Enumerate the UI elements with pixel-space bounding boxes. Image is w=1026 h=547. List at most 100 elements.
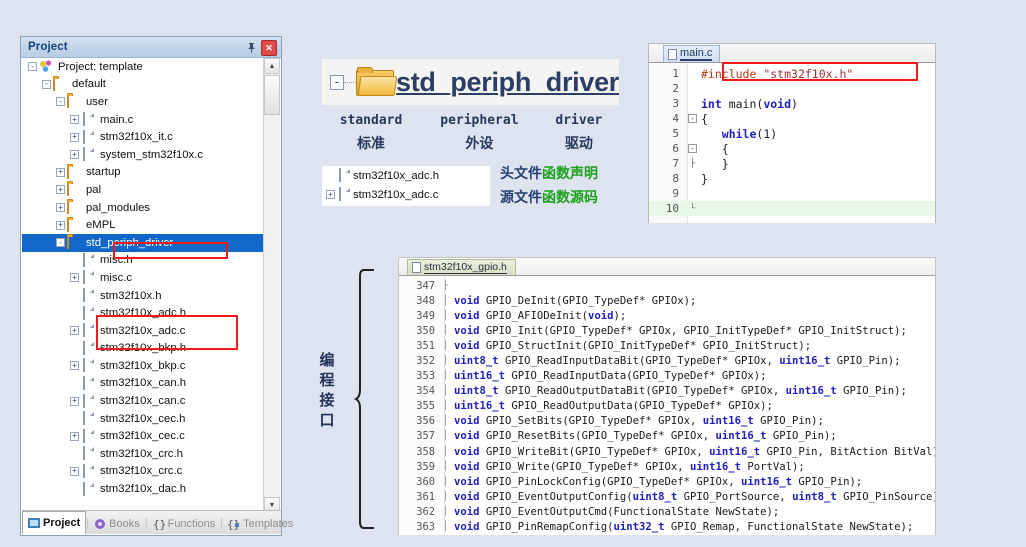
- expand-icon[interactable]: +: [56, 220, 65, 230]
- main-c-code-area[interactable]: 1 #include "stm32f10x.h" 2 3 int main(void) 4…: [649, 63, 935, 223]
- expand-icon[interactable]: +: [70, 115, 79, 125]
- code-line: 350 │ void GPIO_Init(GPIO_TypeDef* GPIOx, …: [399, 323, 935, 338]
- tree-item-stm32f10x-bkp-c[interactable]: + stm32f10x_bkp.c: [22, 357, 265, 375]
- file-icon: [81, 252, 96, 267]
- tree-item-startup[interactable]: + startup: [22, 164, 265, 182]
- tree-item-stm32f10x-h[interactable]: stm32f10x.h: [22, 287, 265, 305]
- tree-item-user[interactable]: - user: [22, 93, 265, 111]
- tree-item-std-periph-driver[interactable]: - std_periph_driver: [22, 233, 265, 252]
- scroll-up-arrow[interactable]: ▲: [264, 58, 280, 74]
- panel-tab-functions[interactable]: {} Functions: [148, 513, 221, 534]
- chinese-word-3: 驱动: [564, 136, 593, 152]
- pin-icon[interactable]: [244, 40, 258, 54]
- close-icon[interactable]: ✕: [261, 40, 277, 56]
- code-line: 10 └: [649, 201, 935, 216]
- fold-guide: │: [442, 446, 449, 457]
- expand-icon[interactable]: +: [70, 150, 79, 160]
- note-1-blue: 头文件: [500, 166, 542, 182]
- tree-item-stm32f10x-cec-h[interactable]: stm32f10x_cec.h: [22, 410, 265, 428]
- expand-icon[interactable]: +: [70, 431, 79, 441]
- code-text: uint16_t GPIO_ReadOutputData(GPIO_TypeDe…: [454, 400, 773, 413]
- expand-icon[interactable]: +: [56, 185, 65, 195]
- tree-item-label: eMPL: [86, 219, 116, 232]
- panel-tab-books[interactable]: Books: [89, 513, 145, 534]
- tree-item-stm32f10x-can-c[interactable]: + stm32f10x_can.c: [22, 392, 265, 410]
- collapse-icon[interactable]: -: [56, 97, 65, 107]
- tree-item-main-c[interactable]: + main.c: [22, 111, 265, 129]
- tree-item-pal[interactable]: + pal: [22, 181, 265, 199]
- file-icon: [81, 375, 96, 390]
- line-number: 349: [416, 309, 435, 322]
- bracket-label-char: 程: [319, 371, 335, 389]
- panel-tab-templates[interactable]: {} Templates: [223, 513, 298, 534]
- expand-icon[interactable]: +: [70, 326, 79, 336]
- english-word-3: driver: [555, 113, 603, 128]
- tab-main-c[interactable]: main.c: [663, 45, 721, 62]
- project-tree[interactable]: - Project: template - default - user + main.c + s…: [22, 58, 265, 513]
- tree-item-pal-modules[interactable]: + pal_modules: [22, 199, 265, 217]
- tree-item-stm32f10x-crc-c[interactable]: + stm32f10x_crc.c: [22, 463, 265, 481]
- code-line: 353 │ uint16_t GPIO_ReadInputData(GPIO_Typ…: [399, 369, 935, 384]
- expand-icon[interactable]: +: [70, 466, 79, 476]
- project-panel-tabs[interactable]: Project | Books |{} Functions |{} Templates: [22, 510, 293, 534]
- tree-item-system-stm32f10x-c[interactable]: + system_stm32f10x.c: [22, 146, 265, 164]
- folder-icon: [67, 182, 82, 197]
- tree-item-stm32f10x-crc-h[interactable]: stm32f10x_crc.h: [22, 445, 265, 463]
- english-word-2: peripheral: [440, 113, 519, 128]
- gpio-code-area[interactable]: 347 ├ 348 │ void GPIO_DeInit(GPIO_TypeDef* G…: [399, 276, 935, 535]
- collapse-icon[interactable]: -: [42, 79, 51, 89]
- line-number: 362: [416, 505, 435, 518]
- code-line: 3 int main(void): [649, 96, 935, 111]
- callout-file-stm32f10x-adc-h[interactable]: stm32f10x_adc.h: [322, 166, 490, 185]
- code-text: void GPIO_SetBits(GPIO_TypeDef* GPIOx, u…: [454, 415, 824, 428]
- callout-file-stm32f10x-adc-c[interactable]: + stm32f10x_adc.c: [322, 185, 490, 204]
- expand-icon[interactable]: +: [56, 203, 65, 213]
- collapse-icon[interactable]: -: [56, 238, 65, 248]
- line-number: 4: [672, 112, 679, 125]
- code-text: }: [701, 156, 729, 171]
- tree-item-stm32f10x-it-c[interactable]: + stm32f10x_it.c: [22, 128, 265, 146]
- code-text: void GPIO_EventOutputConfig(uint8_t GPIO…: [454, 490, 935, 503]
- expand-icon[interactable]: +: [56, 167, 65, 177]
- expand-icon[interactable]: +: [70, 396, 79, 406]
- folder-expander-icon[interactable]: -: [330, 74, 344, 90]
- file-icon: [81, 270, 96, 285]
- code-line: 9: [649, 186, 935, 201]
- expand-icon[interactable]: +: [70, 361, 79, 371]
- tree-item-stm32f10x-cec-c[interactable]: + stm32f10x_cec.c: [22, 427, 265, 445]
- fold-guide: │: [442, 356, 449, 367]
- panel-tab-project[interactable]: Project: [22, 511, 87, 534]
- code-line: 349 │ void GPIO_AFIODeInit(void);: [399, 308, 935, 323]
- tree-item-stm32f10x-adc-c[interactable]: + stm32f10x_adc.c: [22, 322, 265, 340]
- collapse-icon[interactable]: -: [28, 62, 37, 72]
- fold-guide: │: [442, 506, 449, 517]
- fold-collapse-icon[interactable]: -: [687, 143, 698, 154]
- code-text: void GPIO_Init(GPIO_TypeDef* GPIOx, GPIO…: [454, 324, 907, 337]
- fold-collapse-icon[interactable]: -: [687, 113, 698, 124]
- tree-item-stm32f10x-bkp-h[interactable]: stm32f10x_bkp.h: [22, 340, 265, 358]
- tree-item-stm32f10x-adc-h[interactable]: stm32f10x_adc.h: [22, 304, 265, 322]
- tree-item-default[interactable]: - default: [22, 76, 265, 94]
- tree-item-misc-c[interactable]: + misc.c: [22, 269, 265, 287]
- expand-icon[interactable]: +: [70, 132, 79, 142]
- file-icon: [81, 323, 96, 338]
- tree-item-stm32f10x-can-h[interactable]: stm32f10x_can.h: [22, 375, 265, 393]
- tree-item-empl[interactable]: + eMPL: [22, 216, 265, 234]
- code-line: 359 │ void GPIO_Write(GPIO_TypeDef* GPIOx,…: [399, 459, 935, 474]
- tree-item-stm32f10x-dac-h[interactable]: stm32f10x_dac.h: [22, 480, 265, 498]
- tree-item-label: stm32f10x_crc.h: [100, 447, 183, 460]
- code-line: 352 │ uint8_t GPIO_ReadInputDataBit(GPIO_T…: [399, 353, 935, 368]
- tree-item-project-template[interactable]: - Project: template: [22, 58, 265, 76]
- tab-stm32f10x-gpio-h[interactable]: stm32f10x_gpio.h: [407, 259, 516, 275]
- main-c-editor-panel: main.c 1 #include "stm32f10x.h" 2 3 int main…: [648, 43, 936, 223]
- file-icon: [668, 48, 677, 60]
- scrollbar-thumb[interactable]: [264, 75, 280, 115]
- expand-icon[interactable]: +: [326, 190, 335, 199]
- expand-icon[interactable]: +: [70, 273, 79, 283]
- tree-scrollbar[interactable]: ▲ ▼: [263, 58, 280, 513]
- tree-item-misc-h[interactable]: misc.h: [22, 252, 265, 270]
- file-icon: [337, 168, 352, 182]
- note-source-file: 源文件函数源码: [500, 187, 598, 207]
